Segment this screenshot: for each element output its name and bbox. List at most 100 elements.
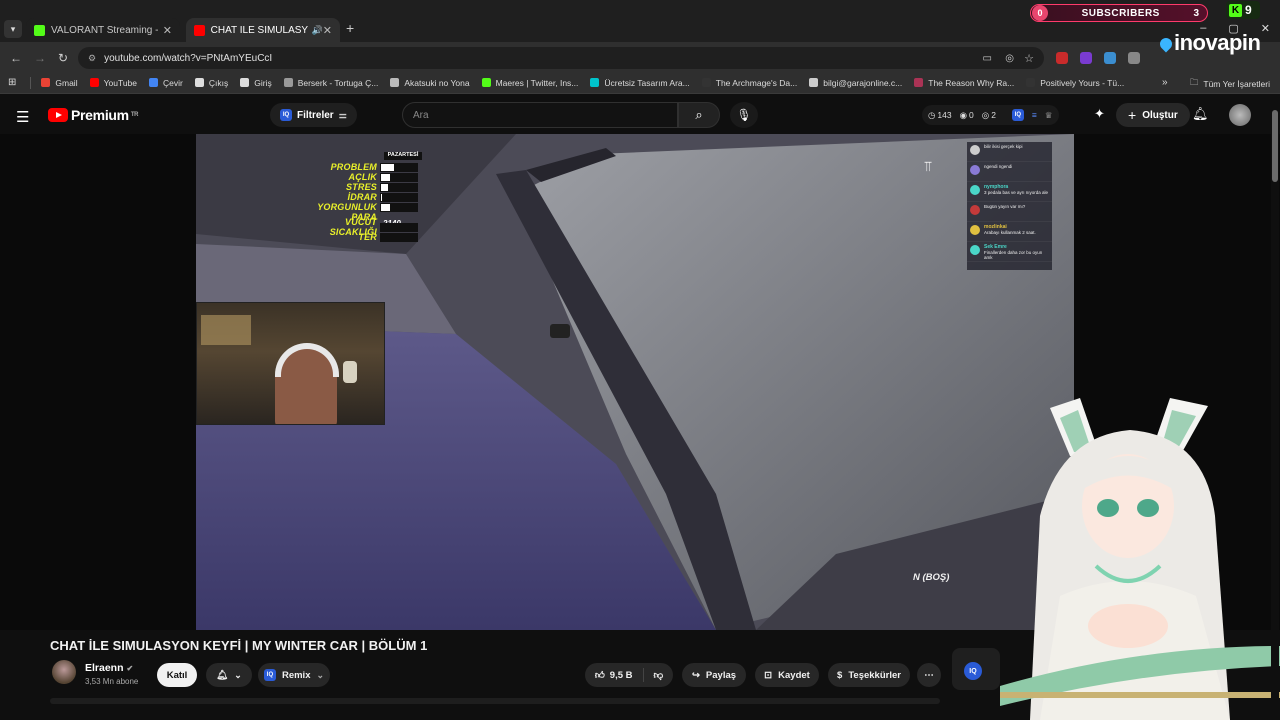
address-bar[interactable]: ⚙ youtube.com/watch?v=PNtAmYEuCcI ▭ ◎ ☆ (78, 47, 1044, 69)
bookmark-item[interactable]: Akatsuki no Yona (390, 78, 470, 88)
create-button[interactable]: + Oluştur (1116, 103, 1190, 127)
hud-row: TER (300, 232, 418, 242)
voice-search-button[interactable]: 🎙 (730, 102, 758, 128)
thumbs-down-icon[interactable]: 👎︎ (654, 669, 664, 681)
chat-text: bilir ikisi gerçek kipi (984, 144, 1023, 149)
filters-button[interactable]: IQ Filtreler ⚌ (270, 103, 357, 127)
bookmark-label: Gmail (55, 77, 78, 88)
hud-label: İDRAR (347, 192, 377, 202)
trophy-icon[interactable]: ♕ (1045, 110, 1053, 121)
bookmark-favicon-icon (89, 78, 99, 87)
bell-icon: 🔔︎ (216, 669, 229, 681)
bookmark-item[interactable]: Çevir (149, 78, 183, 88)
bookmark-label: Positively Yours - Tü... (1040, 77, 1125, 88)
channel-name[interactable]: Elraenn ✔ (85, 662, 133, 674)
extension-icon[interactable] (1104, 52, 1116, 64)
browser-tab-youtube[interactable]: CHAT İLE SIMULASYON KEYF 🔊 ✕ (186, 18, 340, 42)
divider (642, 668, 644, 682)
thanks-button[interactable]: $ Teşekkürler (828, 663, 910, 687)
channel-avatar[interactable] (52, 660, 76, 684)
microphone-icon: 🎙 (736, 108, 752, 122)
like-button[interactable]: 👍︎ 9,5 B (595, 669, 633, 682)
hud-bar (380, 192, 418, 202)
plus-icon: + (1128, 107, 1137, 123)
tab-search-button[interactable]: ▾ (4, 20, 22, 38)
close-tab-icon[interactable]: ✕ (323, 24, 332, 37)
hud-row: YORGUNLUK (300, 202, 418, 212)
bookmark-item[interactable]: The Reason Why Ra... (914, 78, 1014, 88)
bookmark-label: YouTube (103, 77, 137, 88)
video-player[interactable]: PAZARTESİ PROBLEM AÇLIK STRES İDRAR YORGUNLU… (196, 134, 1074, 630)
bookmark-item[interactable]: The Archmage's Da... (701, 78, 797, 88)
bookmark-favicon-icon (41, 78, 51, 87)
bookmark-item[interactable]: Ücretsiz Tasarım Ara... (590, 77, 690, 88)
bookmark-item[interactable]: Çıkış (194, 78, 228, 88)
hud-bar-fill (381, 183, 388, 191)
kick-favicon-icon (34, 24, 45, 36)
video-letterbox-right (1074, 134, 1280, 630)
remix-button[interactable]: IQ Remix ⌄ (258, 663, 330, 687)
bookmark-label: Çevir (163, 77, 183, 88)
extension-icon[interactable] (1128, 52, 1140, 64)
close-tab-icon[interactable]: ✕ (163, 24, 172, 37)
list-icon[interactable]: ≡ (1032, 110, 1037, 120)
notifications-bell-icon[interactable]: 🔔︎ (1192, 106, 1209, 122)
bookmark-label: Ücretsiz Tasarım Ara... (604, 77, 690, 88)
youtube-premium-logo[interactable]: Premium TR (48, 107, 139, 123)
bookmark-favicon-icon (481, 78, 491, 87)
extension-icon[interactable] (1056, 52, 1068, 64)
bookmark-item[interactable]: bilgi@garajonline.c... (809, 78, 902, 88)
subscribers-overlay: 0 SUBSCRIBERS 3 (1030, 4, 1208, 22)
save-button[interactable]: ⊡ Kaydet (755, 663, 819, 687)
pin-icon (1157, 35, 1175, 53)
cast-icon[interactable]: ▭ (983, 53, 992, 64)
all-bookmarks-folder[interactable]: 🗀 Tüm Yer İşaretleri (1190, 77, 1270, 91)
bookmark-item[interactable]: YouTube (89, 77, 137, 88)
scrollbar-thumb[interactable] (1272, 110, 1278, 182)
bookmark-favicon-icon (809, 78, 819, 87)
share-button[interactable]: ↪ Paylaş (682, 663, 746, 687)
youtube-header: ☰ Premium TR IQ Filtreler ⚌ Ara ⌕ 🎙 ◷ 143… (0, 96, 1280, 134)
extension-stats-bar[interactable]: ◷ 143 ◉ 0 ◎ 2 IQ ≡ ♕ (922, 105, 1059, 125)
menu-icon[interactable]: ☰ (16, 108, 29, 126)
close-window-icon[interactable]: ✕ (1261, 22, 1270, 35)
user-avatar[interactable] (1229, 104, 1251, 126)
stream-chat-overlay: bilir ikisi gerçek kipi ngendi ngendi nymp… (967, 142, 1052, 270)
back-arrow-icon[interactable]: ← (10, 51, 22, 65)
page-scrollbar[interactable] (1271, 96, 1279, 720)
bookmark-label: Maeres | Twitter, Ins... (495, 77, 579, 88)
bookmark-item[interactable]: Maeres | Twitter, Ins... (481, 77, 579, 88)
chat-message: mozlinkai Arabayı kullanmak 2 saat. (967, 222, 1052, 242)
gift-icon[interactable]: ✦ (1094, 106, 1105, 122)
bookmark-item[interactable]: Giriş (240, 78, 272, 88)
more-actions-button[interactable]: ⋯ (917, 663, 941, 687)
site-info-icon[interactable]: ⚙ (88, 53, 96, 64)
like-count: 9,5 B (609, 669, 633, 681)
country-code: TR (130, 112, 139, 118)
search-input[interactable]: Ara (402, 102, 678, 128)
hud-label: YORGUNLUK (317, 202, 377, 212)
new-tab-button[interactable]: + (346, 20, 354, 36)
reload-icon[interactable]: ↻ (58, 51, 68, 65)
bookmark-star-icon[interactable]: ☆ (1024, 52, 1034, 65)
clock-icon: ◷ (928, 109, 936, 120)
apps-grid-icon[interactable]: ⊞ (8, 77, 16, 88)
audio-playing-icon[interactable]: 🔊 (312, 25, 323, 36)
join-button[interactable]: Katıl (157, 663, 197, 687)
bookmark-item[interactable]: Gmail (41, 77, 78, 88)
subscribers-count-left: 0 (1032, 5, 1048, 21)
eye-off-icon[interactable]: ◎ (1005, 53, 1014, 64)
bookmark-item[interactable]: Berserk - Tortuga Ç... (283, 78, 378, 88)
search-button[interactable]: ⌕ (678, 102, 720, 128)
chevron-down-icon: ⌄ (316, 669, 325, 680)
iq-side-panel-button[interactable]: IQ (952, 648, 1000, 690)
extension-icon[interactable] (1080, 52, 1092, 64)
browser-tab-valorant[interactable]: VALORANT Streaming - Live St ✕ (26, 18, 180, 42)
subscribe-notifications-button[interactable]: 🔔︎ ⌄ (206, 663, 252, 687)
subscribers-label: SUBSCRIBERS (1081, 7, 1160, 19)
chat-avatar (970, 165, 980, 175)
forward-arrow-icon[interactable]: → (34, 51, 46, 65)
more-bookmarks-icon[interactable]: » (1162, 77, 1168, 88)
bookmark-item[interactable]: Positively Yours - Tü... (1026, 78, 1124, 88)
chat-message: Sek Emre Finallerden daha zor bu oyun amk (967, 242, 1052, 262)
